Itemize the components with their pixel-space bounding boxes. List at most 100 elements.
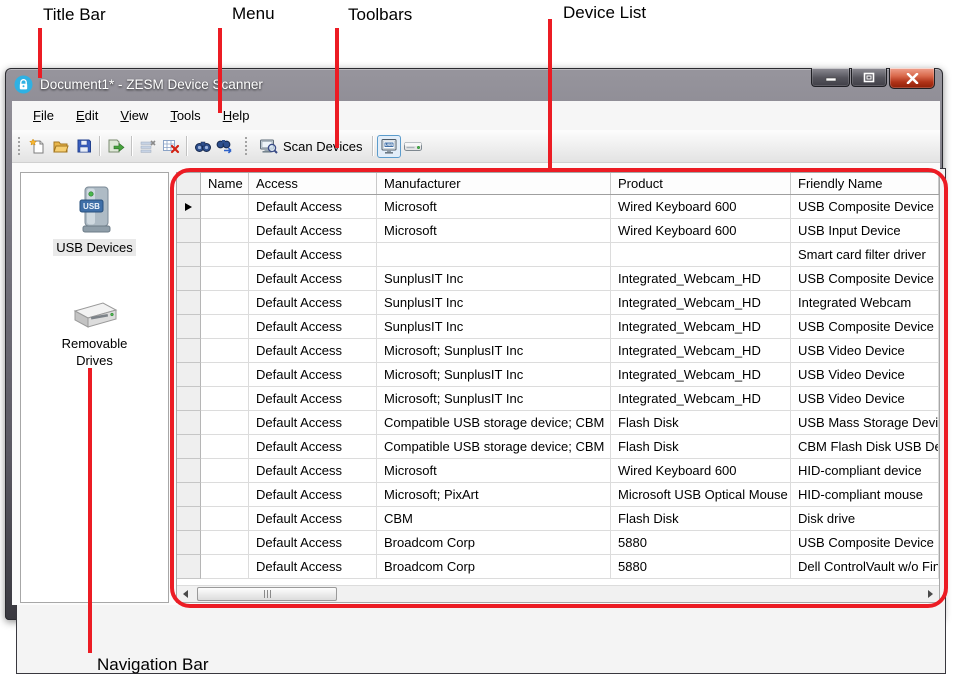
- cell-manufacturer[interactable]: Microsoft; SunplusIT Inc: [377, 339, 611, 363]
- cell-manufacturer[interactable]: Microsoft: [377, 219, 611, 243]
- cell-product[interactable]: Flash Disk: [611, 507, 791, 531]
- row-selector[interactable]: [177, 483, 201, 507]
- find-next-button[interactable]: [214, 135, 237, 158]
- cell-manufacturer[interactable]: Broadcom Corp: [377, 555, 611, 579]
- cell-access[interactable]: Default Access: [249, 555, 377, 579]
- table-row[interactable]: Default Access SunplusIT Inc Integrated_We…: [177, 267, 939, 291]
- scan-devices-button[interactable]: Scan Devices: [253, 135, 368, 158]
- cell-manufacturer[interactable]: Microsoft; SunplusIT Inc: [377, 387, 611, 411]
- cell-name[interactable]: [201, 339, 249, 363]
- row-selector[interactable]: [177, 195, 201, 219]
- cell-friendly-name[interactable]: Integrated Webcam: [791, 291, 939, 315]
- cell-product[interactable]: Flash Disk: [611, 411, 791, 435]
- cell-manufacturer[interactable]: Microsoft; SunplusIT Inc: [377, 363, 611, 387]
- cell-friendly-name[interactable]: HID-compliant device: [791, 459, 939, 483]
- cell-name[interactable]: [201, 411, 249, 435]
- maximize-button[interactable]: [851, 68, 887, 87]
- cell-name[interactable]: [201, 363, 249, 387]
- table-row[interactable]: Default Access Microsoft; SunplusIT Inc In…: [177, 363, 939, 387]
- cell-friendly-name[interactable]: USB Video Device: [791, 339, 939, 363]
- toolbar-grip[interactable]: [245, 137, 248, 155]
- cell-name[interactable]: [201, 195, 249, 219]
- row-selector[interactable]: [177, 291, 201, 315]
- header-access[interactable]: Access: [249, 173, 377, 194]
- menu-file[interactable]: File: [22, 104, 65, 127]
- cell-access[interactable]: Default Access: [249, 219, 377, 243]
- header-product[interactable]: Product: [611, 173, 791, 194]
- close-button[interactable]: [889, 68, 935, 89]
- cell-manufacturer[interactable]: CBM: [377, 507, 611, 531]
- cell-access[interactable]: Default Access: [249, 267, 377, 291]
- cell-friendly-name[interactable]: USB Video Device: [791, 363, 939, 387]
- cell-name[interactable]: [201, 219, 249, 243]
- table-row[interactable]: Default Access Compatible USB storage dev…: [177, 435, 939, 459]
- cell-access[interactable]: Default Access: [249, 459, 377, 483]
- row-selector[interactable]: [177, 555, 201, 579]
- cell-product[interactable]: [611, 243, 791, 267]
- toolbar-grip[interactable]: [18, 137, 21, 155]
- cell-friendly-name[interactable]: USB Composite Device: [791, 315, 939, 339]
- cell-friendly-name[interactable]: USB Input Device: [791, 219, 939, 243]
- cell-name[interactable]: [201, 483, 249, 507]
- cell-name[interactable]: [201, 291, 249, 315]
- cell-name[interactable]: [201, 531, 249, 555]
- cell-manufacturer[interactable]: Microsoft: [377, 195, 611, 219]
- menu-view[interactable]: View: [109, 104, 159, 127]
- remove-row-button[interactable]: [136, 135, 159, 158]
- cell-name[interactable]: [201, 267, 249, 291]
- cell-access[interactable]: Default Access: [249, 195, 377, 219]
- cell-friendly-name[interactable]: Smart card filter driver: [791, 243, 939, 267]
- cell-name[interactable]: [201, 243, 249, 267]
- cell-name[interactable]: [201, 459, 249, 483]
- removable-drives-toggle[interactable]: [401, 135, 425, 158]
- cell-access[interactable]: Default Access: [249, 483, 377, 507]
- row-selector[interactable]: [177, 459, 201, 483]
- cell-access[interactable]: Default Access: [249, 531, 377, 555]
- usb-devices-toggle[interactable]: USB: [377, 134, 402, 158]
- row-selector[interactable]: [177, 507, 201, 531]
- cell-manufacturer[interactable]: Microsoft; PixArt: [377, 483, 611, 507]
- cell-manufacturer[interactable]: Compatible USB storage device; CBM: [377, 435, 611, 459]
- row-selector[interactable]: [177, 531, 201, 555]
- table-row[interactable]: Default Access SunplusIT Inc Integrated_We…: [177, 291, 939, 315]
- cell-access[interactable]: Default Access: [249, 363, 377, 387]
- table-row[interactable]: Default Access Microsoft Wired Keyboard 60…: [177, 219, 939, 243]
- cell-product[interactable]: Wired Keyboard 600: [611, 459, 791, 483]
- cell-name[interactable]: [201, 315, 249, 339]
- cell-access[interactable]: Default Access: [249, 507, 377, 531]
- table-row[interactable]: Default Access Microsoft; PixArt Microsoft…: [177, 483, 939, 507]
- row-selector[interactable]: [177, 363, 201, 387]
- cell-access[interactable]: Default Access: [249, 411, 377, 435]
- header-friendly-name[interactable]: Friendly Name: [791, 173, 939, 194]
- table-row[interactable]: Default Access Smart card filter driver: [177, 243, 939, 267]
- cell-friendly-name[interactable]: USB Composite Device: [791, 195, 939, 219]
- cell-product[interactable]: 5880: [611, 555, 791, 579]
- save-button[interactable]: [72, 135, 95, 158]
- cell-product[interactable]: Integrated_Webcam_HD: [611, 387, 791, 411]
- cell-name[interactable]: [201, 507, 249, 531]
- minimize-button[interactable]: [811, 68, 850, 87]
- sidebar-item-usb-devices[interactable]: USB USB Devices: [21, 185, 168, 256]
- horizontal-scrollbar[interactable]: [177, 585, 939, 602]
- cell-product[interactable]: Wired Keyboard 600: [611, 195, 791, 219]
- cell-access[interactable]: Default Access: [249, 387, 377, 411]
- row-selector[interactable]: [177, 339, 201, 363]
- menu-tools[interactable]: Tools: [159, 104, 211, 127]
- cell-product[interactable]: Integrated_Webcam_HD: [611, 363, 791, 387]
- table-row[interactable]: Default Access Microsoft Wired Keyboard 60…: [177, 195, 939, 219]
- new-document-button[interactable]: [26, 135, 49, 158]
- table-row[interactable]: Default Access Microsoft; SunplusIT Inc In…: [177, 339, 939, 363]
- cell-manufacturer[interactable]: Compatible USB storage device; CBM: [377, 411, 611, 435]
- cell-product[interactable]: Microsoft USB Optical Mouse: [611, 483, 791, 507]
- cell-product[interactable]: Wired Keyboard 600: [611, 219, 791, 243]
- table-row[interactable]: Default Access Broadcom Corp 5880 USB Compo…: [177, 531, 939, 555]
- find-button[interactable]: [191, 135, 214, 158]
- cell-access[interactable]: Default Access: [249, 291, 377, 315]
- cell-name[interactable]: [201, 435, 249, 459]
- cell-product[interactable]: Integrated_Webcam_HD: [611, 315, 791, 339]
- cell-manufacturer[interactable]: SunplusIT Inc: [377, 291, 611, 315]
- cell-access[interactable]: Default Access: [249, 435, 377, 459]
- scroll-left-button[interactable]: [177, 586, 194, 602]
- cell-friendly-name[interactable]: USB Mass Storage Device: [791, 411, 939, 435]
- cell-friendly-name[interactable]: USB Composite Device: [791, 531, 939, 555]
